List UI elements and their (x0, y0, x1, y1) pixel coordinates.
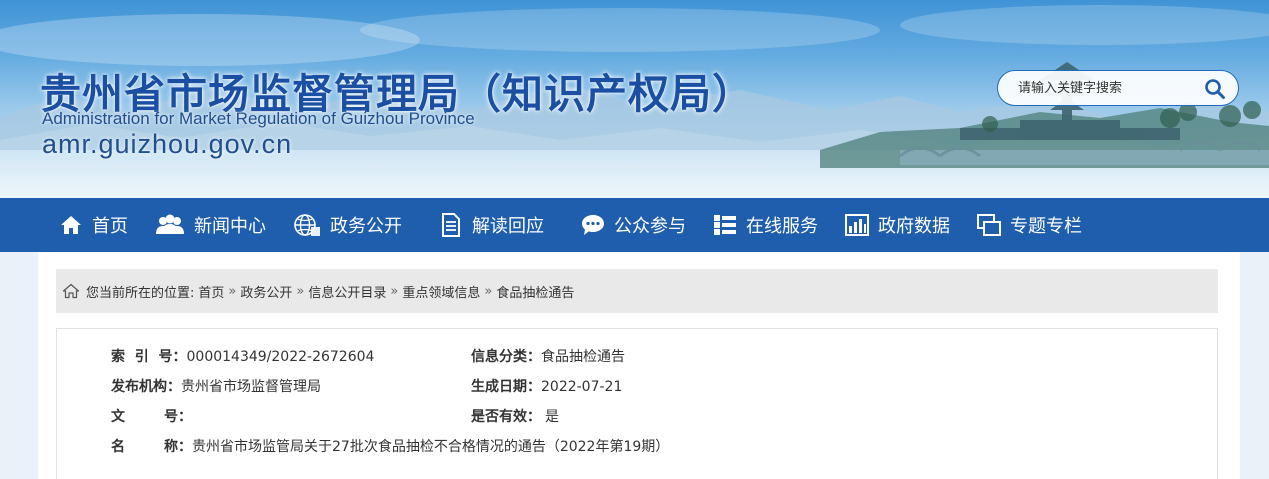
site-subtitle: Administration for Market Regulation of … (42, 109, 475, 128)
search-icon[interactable] (1204, 78, 1226, 100)
info-label: 是否有效： (471, 409, 541, 425)
info-label: 文 号： (111, 409, 192, 425)
breadcrumb-separator: » (390, 283, 399, 299)
info-label: 信息分类： (471, 349, 541, 365)
nav-item-label: 解读回应 (472, 216, 544, 237)
info-value: 食品抽检通告 (541, 349, 625, 365)
breadcrumb-separator: » (228, 283, 237, 299)
nav-item-home[interactable]: 首页 (58, 198, 128, 252)
nav-item-label: 公众参与 (614, 216, 686, 237)
breadcrumb-link-key-areas[interactable]: 重点领域信息 (402, 282, 480, 301)
nav-item-label: 在线服务 (746, 216, 818, 237)
nav-item-label: 首页 (92, 216, 128, 237)
info-label: 名 称： (111, 439, 192, 455)
info-publisher: 发布机构：贵州省市场监督管理局 (111, 376, 321, 396)
nav-item-label: 专题专栏 (1010, 216, 1082, 237)
nav-item-news[interactable]: 新闻中心 (154, 198, 266, 252)
info-value: 2022-07-21 (541, 379, 623, 395)
list-icon (712, 213, 738, 237)
windows-icon (976, 213, 1002, 237)
breadcrumb-prefix: 您当前所在的位置: (86, 285, 195, 301)
info-category: 信息分类：食品抽检通告 (471, 346, 625, 366)
info-name: 名 称：贵州省市场监管局关于27批次食品抽检不合格情况的通告（2022年第19期… (111, 436, 669, 456)
nav-item-interpretation[interactable]: 解读回应 (438, 198, 544, 252)
nav-item-label: 新闻中心 (194, 216, 266, 237)
bar-chart-icon (844, 213, 870, 237)
nav-item-label: 政务公开 (330, 216, 402, 237)
nav-item-special-topics[interactable]: 专题专栏 (976, 198, 1082, 252)
info-label: 发布机构： (111, 379, 181, 395)
main-nav: 首页 新闻中心 政务公开 解读回应 公众参与 在线服务 政府数据 专题专栏 (0, 198, 1269, 252)
info-table: 索 引 号：000014349/2022-2672604 信息分类：食品抽检通告… (56, 328, 1218, 479)
info-value: 000014349/2022-2672604 (186, 349, 375, 365)
info-label: 索 引 号： (111, 349, 187, 365)
info-docno: 文 号： (111, 406, 192, 426)
home-icon (58, 213, 84, 237)
breadcrumb-link-current[interactable]: 食品抽检通告 (496, 282, 574, 301)
info-date: 生成日期：2022-07-21 (471, 376, 622, 396)
info-value: 贵州省市场监管局关于27批次食品抽检不合格情况的通告（2022年第19期） (192, 439, 670, 455)
header-banner: 贵州省市场监督管理局（知识产权局） Administration for Mar… (0, 0, 1269, 198)
search-input[interactable] (998, 73, 1198, 103)
breadcrumb: 您当前所在的位置: 首页 » 政务公开 » 信息公开目录 » 重点领域信息 » … (56, 269, 1218, 313)
breadcrumb-separator: » (296, 283, 305, 299)
info-value: 是 (545, 409, 559, 425)
site-domain: amr.guizhou.gov.cn (42, 129, 293, 159)
breadcrumb-separator: » (484, 283, 493, 299)
nav-item-gov-data[interactable]: 政府数据 (844, 198, 950, 252)
info-value: 贵州省市场监督管理局 (181, 379, 321, 395)
content-panel: 您当前所在的位置: 首页 » 政务公开 » 信息公开目录 » 重点领域信息 » … (38, 252, 1240, 479)
document-icon (438, 213, 464, 237)
info-index: 索 引 号：000014349/2022-2672604 (111, 346, 374, 366)
nav-item-online-service[interactable]: 在线服务 (712, 198, 818, 252)
info-valid: 是否有效：是 (471, 406, 559, 426)
users-icon (154, 213, 186, 237)
breadcrumb-link-home[interactable]: 首页 (198, 282, 224, 301)
nav-item-label: 政府数据 (878, 216, 950, 237)
nav-item-public-affairs[interactable]: 政务公开 (292, 198, 402, 252)
search-box (997, 70, 1239, 106)
chat-icon (580, 213, 606, 237)
breadcrumb-link-catalog[interactable]: 信息公开目录 (308, 282, 386, 301)
home-outline-icon (62, 283, 80, 299)
info-label: 生成日期： (471, 379, 541, 395)
nav-item-public-participation[interactable]: 公众参与 (580, 198, 686, 252)
globe-icon (292, 213, 322, 237)
breadcrumb-link-public-affairs[interactable]: 政务公开 (240, 282, 292, 301)
